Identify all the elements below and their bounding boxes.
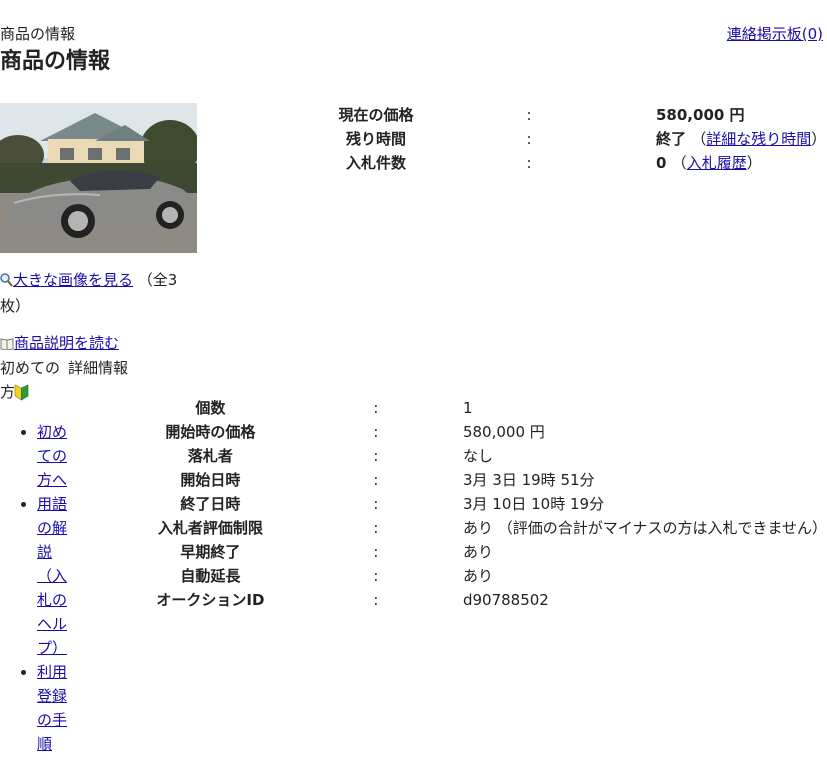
car-photo	[0, 103, 197, 253]
price-label: 現在の価格	[338, 106, 414, 124]
detail-label: 個数	[195, 399, 226, 417]
remaining-value: 終了	[656, 130, 687, 148]
summary-row-price: 現在の価格 : 580,000 円	[292, 103, 826, 127]
beginner-mark-icon	[14, 384, 29, 408]
table-row: 早期終了: あり	[132, 540, 827, 564]
bids-cell: 0 （入札履歴）	[598, 151, 826, 175]
bids-label: 入札件数	[345, 154, 406, 172]
registration-steps-link[interactable]: 利用登録の手順	[37, 663, 67, 753]
separator: :	[526, 106, 532, 124]
detail-value: 580,000 円	[462, 423, 545, 441]
detail-label: 開始時の価格	[165, 423, 256, 441]
separator: :	[373, 447, 379, 465]
detail-label: 開始日時	[180, 471, 241, 489]
for-beginners-link[interactable]: 初めての方へ	[37, 423, 67, 489]
table-row: 入札者評価制限: あり （評価の合計がマイナスの方は入札できません）	[132, 516, 827, 540]
details-table: 個数: 1 開始時の価格: 580,000 円 落札者: なし 開始日時: 3月 3日 …	[132, 396, 827, 612]
book-icon	[0, 333, 14, 357]
detail-value: あり	[462, 543, 493, 561]
detail-value: 3月 10日 10時 19分	[462, 495, 605, 513]
read-description-row: 商品説明を読む	[0, 331, 119, 357]
separator: :	[373, 591, 379, 609]
detail-value: d90788502	[462, 591, 549, 609]
paren-close: ）	[746, 154, 762, 172]
separator: :	[373, 399, 379, 417]
table-row: 開始時の価格: 580,000 円	[132, 420, 827, 444]
detail-label: 自動延長	[180, 567, 241, 585]
detail-label: 入札者評価制限	[157, 519, 263, 537]
separator: :	[373, 519, 379, 537]
separator: :	[373, 423, 379, 441]
separator: :	[373, 567, 379, 585]
separator: :	[373, 495, 379, 513]
summary-row-bids: 入札件数 : 0 （入札履歴）	[292, 151, 826, 175]
beginner-help-list: 初めての方へ 用語の解説（入札のヘルプ） 利用登録の手順	[0, 420, 71, 756]
bids-value: 0	[656, 154, 667, 172]
summary-row-remaining: 残り時間 : 終了 （詳細な残り時間）	[292, 127, 826, 151]
paren-open: （	[691, 130, 707, 148]
detail-value: なし	[462, 447, 493, 465]
detail-info-heading: 詳細情報	[68, 359, 129, 377]
separator: :	[373, 543, 379, 561]
table-row: 開始日時: 3月 3日 19時 51分	[132, 468, 827, 492]
detail-value: あり （評価の合計がマイナスの方は入札できません）	[462, 519, 827, 537]
item-thumbnail[interactable]	[0, 103, 197, 253]
price-value: 580,000 円	[656, 106, 745, 124]
enlarge-image-link[interactable]: 大きな画像を見る	[13, 271, 133, 289]
table-row: 落札者: なし	[132, 444, 827, 468]
paren-close: ）	[811, 130, 827, 148]
read-description-link[interactable]: 商品説明を読む	[14, 334, 119, 352]
detail-label: 落札者	[187, 447, 233, 465]
remaining-label: 残り時間	[345, 130, 406, 148]
summary-table: 現在の価格 : 580,000 円 残り時間 : 終了 （詳細な残り時間） 入札…	[292, 103, 826, 175]
detailed-remaining-link[interactable]: 詳細な残り時間	[706, 130, 811, 148]
bid-history-link[interactable]: 入札履歴	[687, 154, 747, 172]
separator: :	[526, 154, 532, 172]
detail-value: 1	[462, 399, 473, 417]
page-title: 商品の情報	[0, 49, 111, 74]
detail-label: 早期終了	[180, 543, 241, 561]
table-row: 自動延長: あり	[132, 564, 827, 588]
magnifier-icon	[0, 270, 13, 294]
list-item: 初めての方へ	[37, 420, 71, 492]
paren-open: （	[671, 154, 687, 172]
detail-label: オークションID	[156, 591, 265, 609]
remaining-cell: 終了 （詳細な残り時間）	[598, 127, 826, 151]
glossary-help-link[interactable]: 用語の解説（入札のヘルプ）	[37, 495, 67, 657]
separator: :	[526, 130, 532, 148]
breadcrumb: 商品の情報	[0, 25, 76, 43]
detail-value: あり	[462, 567, 493, 585]
list-item: 用語の解説（入札のヘルプ）	[37, 492, 71, 660]
beginner-title: 初めての方	[0, 359, 61, 401]
table-row: オークションID: d90788502	[132, 588, 827, 612]
detail-value: 3月 3日 19時 51分	[462, 471, 595, 489]
separator: :	[373, 471, 379, 489]
list-item: 利用登録の手順	[37, 660, 71, 756]
enlarge-image-row: 大きな画像を見る （全3枚）	[0, 268, 195, 318]
contact-board-link[interactable]: 連絡掲示板(0)	[727, 22, 823, 46]
table-row: 終了日時: 3月 10日 10時 19分	[132, 492, 827, 516]
detail-label: 終了日時	[180, 495, 241, 513]
table-row: 個数: 1	[132, 396, 827, 420]
